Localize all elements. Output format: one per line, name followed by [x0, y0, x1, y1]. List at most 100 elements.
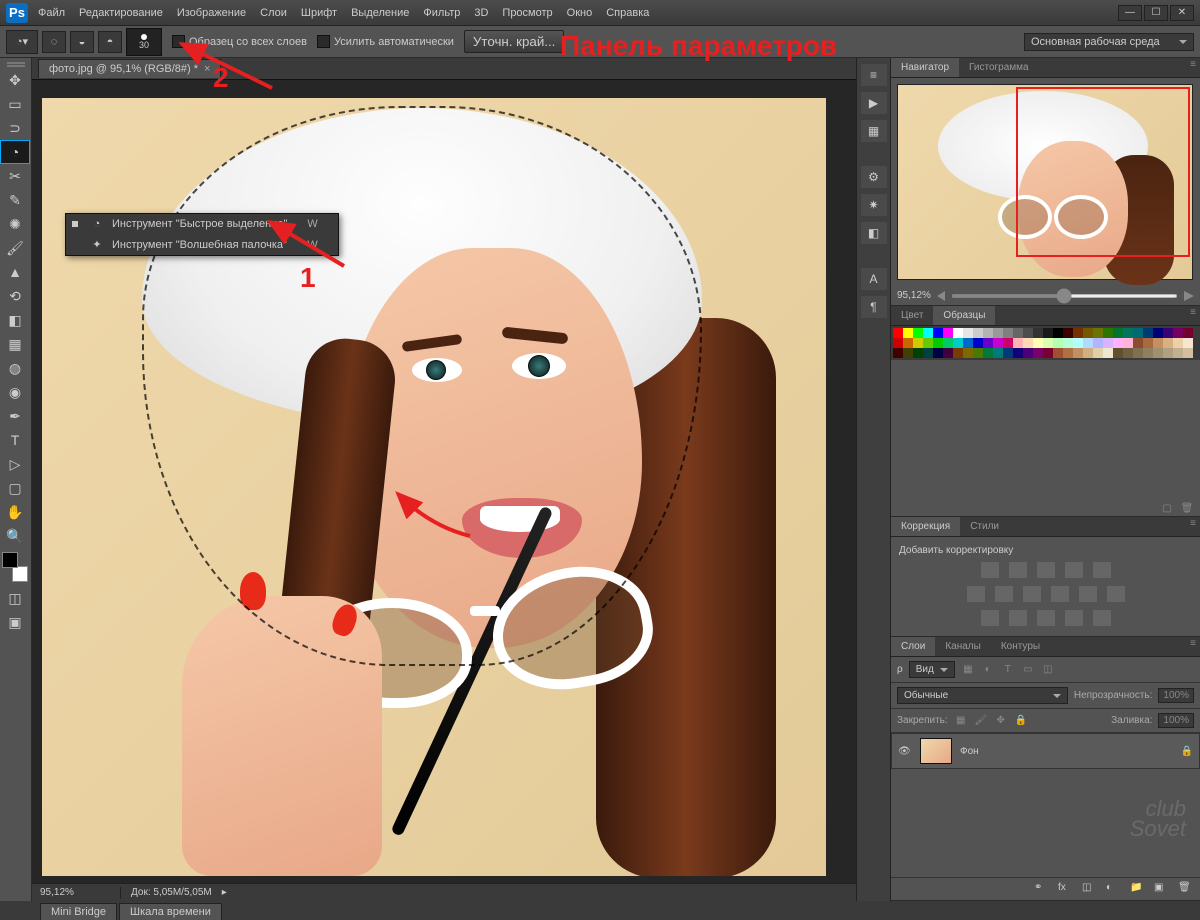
blend-mode-dropdown[interactable]: Обычные [897, 687, 1068, 704]
swatch[interactable] [1143, 338, 1153, 348]
new-swatch-icon[interactable]: ▢ [1160, 502, 1174, 514]
swatch[interactable] [1023, 328, 1033, 338]
filter-smart-icon[interactable]: ◫ [1041, 664, 1055, 676]
swatch[interactable] [973, 328, 983, 338]
swatch[interactable] [1183, 328, 1193, 338]
filter-shape-icon[interactable]: ▭ [1021, 664, 1035, 676]
swatch[interactable] [1103, 338, 1113, 348]
swatch[interactable] [1073, 348, 1083, 358]
lock-pixels-icon[interactable]: 🖌 [974, 715, 988, 727]
workspace-dropdown[interactable]: Основная рабочая среда [1024, 33, 1194, 51]
lock-transparency-icon[interactable]: ▦ [954, 715, 968, 727]
swatch[interactable] [1053, 348, 1063, 358]
zoom-in-icon[interactable] [1184, 291, 1194, 301]
swatch[interactable] [1033, 328, 1043, 338]
filter-adjust-icon[interactable]: ◐ [981, 664, 995, 676]
bw-icon[interactable] [1023, 586, 1041, 602]
opacity-input[interactable]: 100% [1158, 688, 1194, 703]
swatch[interactable] [1053, 338, 1063, 348]
clone-stamp-tool-icon[interactable]: ▲ [0, 260, 30, 284]
new-group-icon[interactable]: 📁 [1130, 882, 1146, 896]
swatch[interactable] [1033, 338, 1043, 348]
panel-menu-icon[interactable]: ≡ [1186, 306, 1200, 318]
zoom-tool-icon[interactable]: 🔍 [0, 524, 30, 548]
menu-help[interactable]: Справка [606, 7, 649, 19]
gradient-map-icon[interactable] [1065, 610, 1083, 626]
swatch[interactable] [1153, 338, 1163, 348]
exposure-icon[interactable] [1065, 562, 1083, 578]
minimize-icon[interactable]: — [1118, 5, 1142, 21]
swatch[interactable] [1123, 328, 1133, 338]
status-zoom[interactable]: 95,12% [40, 887, 110, 898]
swatch[interactable] [1103, 328, 1113, 338]
selective-color-icon[interactable] [1093, 610, 1111, 626]
navigator-zoom-slider[interactable] [951, 294, 1178, 298]
swatch[interactable] [1133, 328, 1143, 338]
swatch[interactable] [973, 338, 983, 348]
vibrance-icon[interactable] [1093, 562, 1111, 578]
swatch[interactable] [1073, 328, 1083, 338]
threshold-icon[interactable] [1037, 610, 1055, 626]
tab-mini-bridge[interactable]: Mini Bridge [40, 903, 117, 920]
swatch[interactable] [943, 328, 953, 338]
swatch[interactable] [1163, 328, 1173, 338]
swatch[interactable] [1163, 338, 1173, 348]
foreground-background-colors[interactable] [0, 552, 30, 582]
paragraph-panel-icon[interactable]: ¶ [861, 296, 887, 318]
menu-layers[interactable]: Слои [260, 7, 287, 19]
swatch[interactable] [1133, 348, 1143, 358]
swatch[interactable] [1053, 328, 1063, 338]
refine-edge-button[interactable]: Уточн. край... [464, 30, 564, 53]
swatch[interactable] [1143, 328, 1153, 338]
swatch[interactable] [1043, 338, 1053, 348]
swatch[interactable] [1013, 338, 1023, 348]
filter-pixel-icon[interactable]: ▦ [961, 664, 975, 676]
menu-select[interactable]: Выделение [351, 7, 409, 19]
new-selection-icon[interactable]: ◌ [42, 31, 66, 53]
lock-all-icon[interactable]: 🔒 [1014, 715, 1028, 727]
swatch[interactable] [1173, 338, 1183, 348]
swatch[interactable] [1003, 328, 1013, 338]
marquee-tool-icon[interactable]: ▭ [0, 92, 30, 116]
trash-icon[interactable]: 🗑 [1178, 882, 1194, 896]
swatch[interactable] [963, 338, 973, 348]
type-tool-icon[interactable]: T [0, 428, 30, 452]
photo-filter-icon[interactable] [1051, 586, 1069, 602]
tab-color[interactable]: Цвет [891, 306, 933, 325]
menu-window[interactable]: Окно [567, 7, 593, 19]
layer-row-background[interactable]: 👁 Фон 🔒 [891, 733, 1200, 769]
menu-image[interactable]: Изображение [177, 7, 246, 19]
swatch[interactable] [1173, 328, 1183, 338]
subtract-from-selection-icon[interactable]: ◓ [98, 31, 122, 53]
lock-position-icon[interactable]: ✥ [994, 715, 1008, 727]
close-icon[interactable]: ✕ [1170, 5, 1194, 21]
swatch[interactable] [1123, 338, 1133, 348]
color-lookup-icon[interactable] [1107, 586, 1125, 602]
history-panel-icon[interactable]: ▶ [861, 92, 887, 114]
hand-tool-icon[interactable]: ✋ [0, 500, 30, 524]
swatch[interactable] [993, 338, 1003, 348]
panel-menu-icon[interactable]: ≡ [1186, 58, 1200, 70]
status-chevron-icon[interactable]: ▸ [222, 887, 227, 898]
swatch[interactable] [1113, 328, 1123, 338]
dodge-tool-icon[interactable]: ◉ [0, 380, 30, 404]
toolbox-gripper-icon[interactable] [0, 58, 31, 68]
link-layers-icon[interactable]: ⚭ [1034, 882, 1050, 896]
tab-layers[interactable]: Слои [891, 637, 935, 656]
swatch[interactable] [1183, 348, 1193, 358]
new-layer-icon[interactable]: ▣ [1154, 882, 1170, 896]
swatch[interactable] [1063, 338, 1073, 348]
menu-file[interactable]: Файл [38, 7, 65, 19]
lasso-tool-icon[interactable]: ⊃ [0, 116, 30, 140]
swatch[interactable] [1013, 328, 1023, 338]
menu-filter[interactable]: Фильтр [423, 7, 460, 19]
swatch[interactable] [893, 338, 903, 348]
swatch[interactable] [963, 348, 973, 358]
swatch[interactable] [903, 328, 913, 338]
swatch[interactable] [983, 348, 993, 358]
curves-icon[interactable] [1037, 562, 1055, 578]
swatch[interactable] [953, 338, 963, 348]
swatch[interactable] [983, 328, 993, 338]
layer-thumbnail[interactable] [920, 738, 952, 764]
swatch[interactable] [1143, 348, 1153, 358]
